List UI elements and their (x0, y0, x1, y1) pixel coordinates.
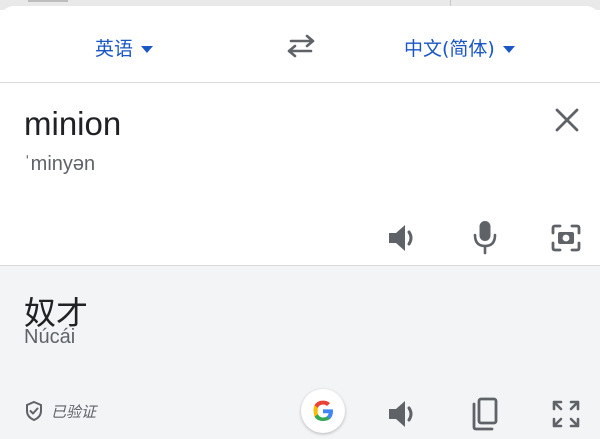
swap-arrows-icon[interactable] (283, 32, 319, 60)
translate-card: 英语 中文(简体) minion ˈminyən 奴才 Núcái 已验证 (0, 6, 600, 439)
source-text[interactable]: minion (24, 105, 121, 143)
shield-check-icon (26, 400, 42, 422)
speaker-icon[interactable] (386, 222, 420, 254)
language-bar: 英语 中文(简体) (0, 6, 600, 83)
google-button[interactable] (301, 389, 345, 433)
target-language-selector[interactable]: 中文(简体) (404, 34, 515, 61)
source-language-selector[interactable]: 英语 (95, 34, 154, 61)
verified-label: 已验证 (51, 402, 97, 421)
background-line (28, 0, 68, 2)
camera-translate-icon[interactable] (550, 223, 582, 253)
copy-icon[interactable] (468, 396, 500, 432)
result-panel: 奴才 Núcái 已验证 (0, 266, 600, 439)
verified-badge[interactable]: 已验证 (24, 400, 96, 422)
google-logo-icon (313, 400, 333, 421)
microphone-icon[interactable] (472, 219, 498, 255)
target-language-label: 中文(简体) (404, 38, 495, 60)
chevron-down-icon (502, 45, 515, 53)
speaker-icon[interactable] (386, 398, 420, 430)
fullscreen-icon[interactable] (551, 399, 581, 429)
close-icon[interactable] (552, 105, 582, 135)
source-panel[interactable]: minion ˈminyən (0, 83, 600, 266)
translated-romanization: Núcái (24, 326, 76, 348)
source-phonetic: ˈminyən (24, 153, 96, 175)
chevron-down-icon (141, 45, 154, 53)
source-language-label: 英语 (95, 38, 134, 60)
